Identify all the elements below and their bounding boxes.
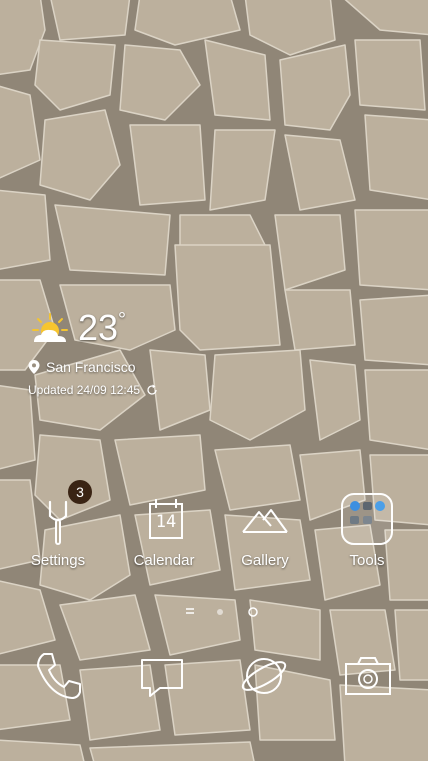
page-dot-active <box>248 607 258 617</box>
page-dot <box>217 609 223 615</box>
calendar-icon: 14 <box>136 492 192 548</box>
city-name: San Francisco <box>46 359 136 375</box>
app-label: Tools <box>349 552 385 569</box>
gallery-icon <box>242 509 288 533</box>
app-label: Settings <box>30 552 86 569</box>
location-pin-icon <box>28 360 40 374</box>
app-settings[interactable]: Settings <box>8 492 108 569</box>
phone-icon[interactable] <box>32 650 84 702</box>
app-tools-folder[interactable]: Tools <box>317 492 417 569</box>
sun-cloud-icon <box>32 313 68 342</box>
browser-icon[interactable] <box>238 650 290 702</box>
notification-badge: 3 <box>68 480 92 504</box>
app-calendar[interactable]: 14 Calendar <box>114 492 214 569</box>
calendar-day: 14 <box>155 512 177 532</box>
app-gallery[interactable]: Gallery <box>215 492 315 569</box>
weather-widget[interactable]: 23 ° San Francisco Updated 24/09 12:45 <box>28 308 228 398</box>
app-label: Gallery <box>241 552 289 569</box>
page-indicator[interactable] <box>180 605 260 619</box>
tools-folder-icon <box>341 493 393 545</box>
updated-time: Updated 24/09 12:45 <box>28 383 141 397</box>
refresh-icon[interactable] <box>146 384 158 396</box>
temperature-unit: ° <box>118 309 127 331</box>
temperature: 23 <box>78 307 119 348</box>
home-screen-indicator <box>186 608 194 614</box>
camera-icon[interactable] <box>342 650 394 702</box>
app-label: Calendar <box>133 552 195 569</box>
messages-icon[interactable] <box>136 650 188 702</box>
